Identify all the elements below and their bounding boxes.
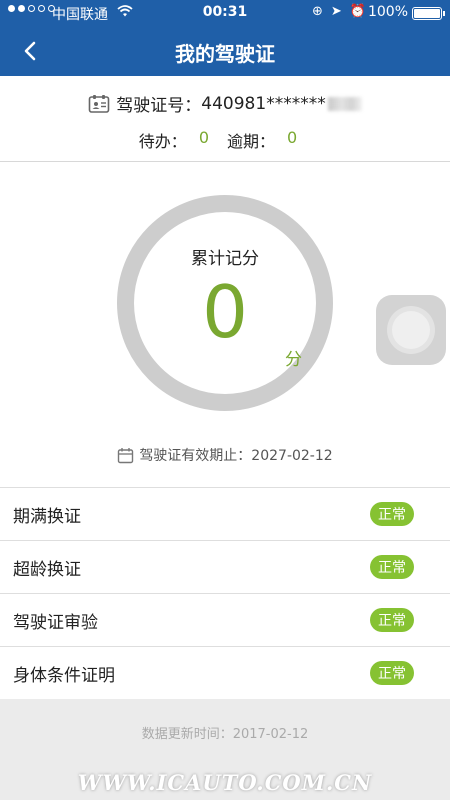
status-item-label: 身体条件证明	[13, 665, 115, 686]
validity-text: 驾驶证有效期止：2027-02-12	[139, 448, 333, 464]
license-number-label: 驾驶证号：	[116, 96, 202, 116]
score-value: 0	[202, 270, 248, 354]
status-list: 期满换证 正常 超龄换证 正常 驾驶证审验 正常 身体条件证明 正常	[0, 487, 450, 699]
status-badge: 正常	[370, 502, 414, 526]
redacted-mask	[327, 96, 362, 111]
overdue-label: 逾期：	[227, 132, 276, 151]
status-row-health-certificate[interactable]: 身体条件证明 正常	[0, 646, 450, 699]
pending-count[interactable]: 0	[199, 128, 209, 152]
data-update-time: 数据更新时间：2017-02-12	[141, 727, 309, 742]
status-badge: 正常	[370, 555, 414, 579]
score-ring: 累计记分 0 分	[117, 195, 333, 411]
calendar-icon	[118, 447, 134, 463]
nav-bar: 我的驾驶证	[0, 26, 450, 76]
score-unit: 分	[285, 350, 302, 370]
pending-label: 待办：	[138, 132, 187, 151]
site-watermark: WWW.ICAUTO.COM.CN	[77, 770, 373, 795]
license-number: 440981*******	[201, 93, 326, 114]
status-item-label: 驾驶证审验	[13, 612, 98, 633]
rotation-lock-icon: ⊕	[312, 4, 323, 19]
alarm-clock-icon: ⏰	[349, 4, 366, 19]
battery-icon	[412, 7, 445, 20]
license-summary: 驾驶证号： 440981******* 待办： 0 逾期： 0	[0, 76, 450, 162]
page-title: 我的驾驶证	[175, 42, 275, 66]
overdue-count[interactable]: 0	[287, 128, 297, 152]
id-card-icon	[88, 94, 110, 113]
score-label: 累计记分	[191, 249, 259, 269]
status-row-age-renewal[interactable]: 超龄换证 正常	[0, 540, 450, 593]
location-arrow-icon: ➤	[330, 4, 342, 19]
status-item-label: 期满换证	[13, 506, 81, 527]
status-row-expiry-renewal[interactable]: 期满换证 正常	[0, 487, 450, 540]
status-item-label: 超龄换证	[13, 559, 81, 580]
status-badge: 正常	[370, 608, 414, 632]
status-bar: 中国联通 00:31 ⊕ ➤ ⏰ 100%	[0, 0, 450, 26]
license-validity: 驾驶证有效期止：2027-02-12	[0, 445, 450, 465]
status-badge: 正常	[370, 661, 414, 685]
assistive-touch-button[interactable]	[376, 295, 446, 365]
status-row-license-review[interactable]: 驾驶证审验 正常	[0, 593, 450, 646]
battery-percent: 100%	[367, 4, 408, 20]
score-panel: 累计记分 0 分 驾驶证有效期止：2027-02-12	[0, 162, 450, 487]
